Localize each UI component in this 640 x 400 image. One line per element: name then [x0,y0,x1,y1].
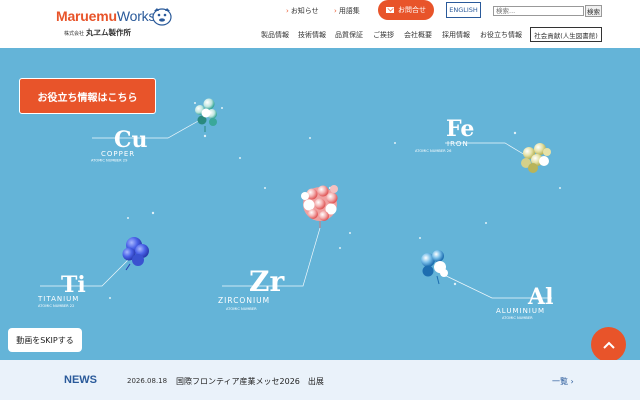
aluminium-molecule [421,250,448,285]
logo-wordmark: MaruemuWorks [56,8,156,24]
logo-company-name: 株式会社 丸ヱム製作所 [64,28,132,37]
scroll-top-button[interactable] [591,327,626,360]
element-name: ZIRCONIUM [218,296,270,305]
news-heading: NEWS [64,374,97,386]
util-link-news[interactable]: › お知らせ [286,3,319,19]
util-link-glossary[interactable]: › 用語集 [334,3,360,19]
logo-mascot-icon [152,8,172,26]
element-number: ATOMIC NUMBER 29 [91,159,128,163]
contact-button[interactable]: お問合せ [378,0,434,20]
news-bar: NEWS 2026.08.18 国際フロンティア産業メッセ2026 出展 一覧 … [0,360,640,400]
iron-molecule [521,143,551,173]
mail-icon [386,7,394,13]
hero-section: Cu COPPER ATOMIC NUMBER 29 Fe IRON ATOMI… [0,48,640,360]
element-number: ATOMIC NUMBER [502,316,533,320]
site-logo[interactable]: MaruemuWorks 株式会社 丸ヱム製作所 [56,6,176,40]
news-more-link[interactable]: 一覧 › [552,376,574,387]
element-symbol: Fe [446,116,474,142]
nav-item-products[interactable]: 製品情報 [261,28,289,42]
element-name: COPPER [101,150,135,158]
element-name: ALUMINIUM [496,307,545,315]
search-input[interactable] [493,6,584,16]
nav-item-company[interactable]: 会社概要 [404,28,432,42]
chevron-right-icon: › [286,7,289,15]
element-number: ATOMIC NUMBER 26 [415,149,452,153]
csr-button[interactable]: 社会貢献(人生図書館) [530,27,602,42]
news-item-link[interactable]: 国際フロンティア産業メッセ2026 出展 [176,376,324,387]
news-date: 2026.08.18 [127,377,168,385]
useful-info-button[interactable]: お役立ち情報はこちら [19,78,156,114]
chevron-up-icon [602,341,615,349]
element-labels: Cu COPPER ATOMIC NUMBER 29 Fe IRON ATOMI… [37,116,553,320]
search-button[interactable]: 検索 [585,5,602,17]
titanium-molecule [122,237,149,271]
english-button[interactable]: ENGLISH [446,2,481,18]
element-name: TITANIUM [37,295,79,303]
element-name: IRON [447,140,469,148]
nav-item-technology[interactable]: 技術情報 [298,28,326,42]
chevron-right-icon: › [334,7,337,15]
zirconium-molecule [301,185,338,228]
element-number: ATOMIC NUMBER 22 [38,304,74,308]
nav-item-quality[interactable]: 品質保証 [335,28,363,42]
nav-item-useful-info[interactable]: お役立ち情報 [480,28,522,42]
skip-video-button[interactable]: 動画をSKIPする [8,328,82,352]
copper-molecule [195,98,217,132]
nav-item-recruit[interactable]: 採用情報 [442,28,470,42]
element-number: ATOMIC NUMBER [226,307,257,311]
chevron-right-icon: › [570,377,574,386]
site-header: MaruemuWorks 株式会社 丸ヱム製作所 › お知らせ › 用語集 お問合せ … [0,0,640,48]
nav-item-greeting[interactable]: ご挨拶 [373,28,394,42]
element-symbol: Zr [249,265,285,298]
